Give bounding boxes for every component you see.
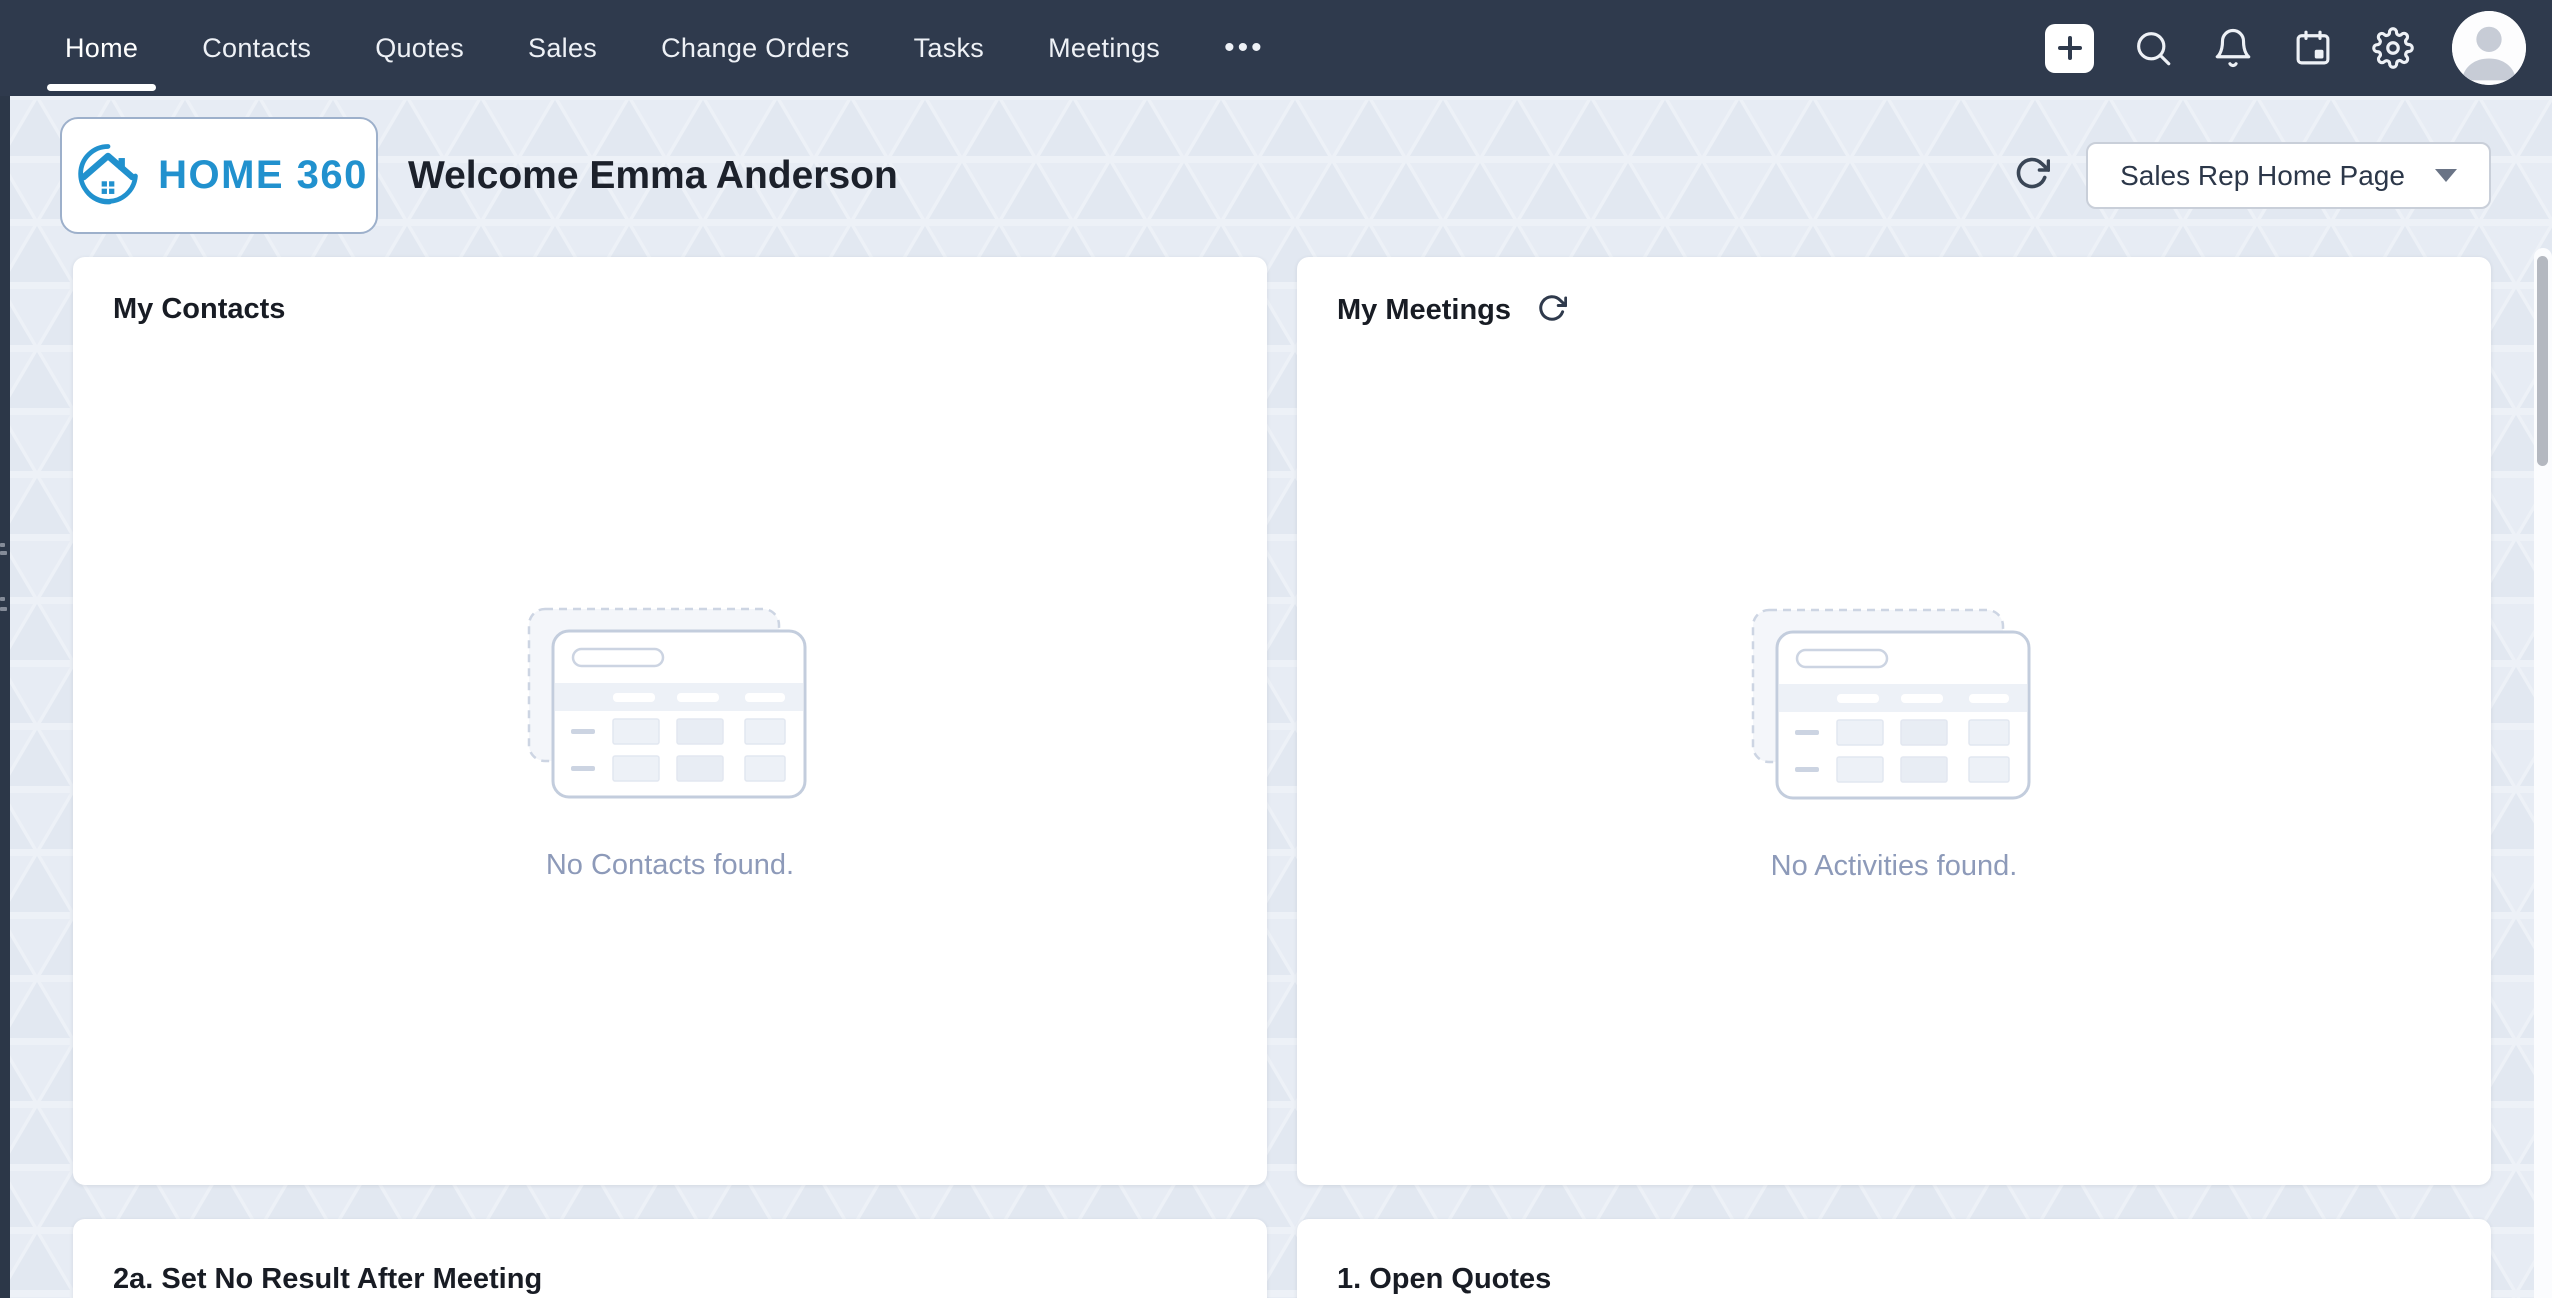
module-tabs: Home Contacts Quotes Sales Change Orders… (0, 0, 1265, 96)
search-button[interactable] (2132, 27, 2174, 69)
strip-tick (0, 597, 5, 601)
empty-state-text: No Contacts found. (546, 849, 794, 882)
company-logo: HOME 360 (60, 117, 378, 234)
empty-table-illustration (1749, 606, 2039, 806)
vertical-scrollbar-track[interactable] (2534, 248, 2552, 1298)
header-actions: Sales Rep Home Page (2014, 142, 2491, 209)
widget-title: My Meetings (1337, 294, 1511, 327)
widget-my-contacts: My Contacts No Contacts found. (73, 257, 1267, 1185)
gear-icon (2372, 27, 2414, 69)
empty-table-illustration (525, 605, 815, 805)
tab-home[interactable]: Home (65, 0, 138, 96)
dashboard-grid: My Contacts No Contacts found. My Meetin… (73, 257, 2491, 1298)
widget-header: My Contacts (73, 257, 1267, 326)
tab-sales[interactable]: Sales (528, 0, 597, 96)
calendar-button[interactable] (2292, 27, 2334, 69)
user-avatar[interactable] (2452, 11, 2526, 85)
welcome-title: Welcome Emma Anderson (408, 154, 898, 198)
home360-logo-icon (70, 138, 146, 214)
plus-icon (2055, 33, 2085, 63)
tab-meetings[interactable]: Meetings (1048, 0, 1160, 96)
person-icon (2452, 11, 2526, 85)
bell-icon (2212, 27, 2254, 69)
widget-my-meetings: My Meetings No Activities found. (1297, 257, 2491, 1185)
app-screen: Home Contacts Quotes Sales Change Orders… (0, 0, 2552, 1298)
widget-header: My Meetings (1297, 257, 2491, 328)
widget-set-no-result: 2a. Set No Result After Meeting (73, 1219, 1267, 1298)
notifications-button[interactable] (2212, 27, 2254, 69)
caret-down-icon (2435, 169, 2457, 182)
strip-tick (0, 543, 5, 547)
page-refresh-button[interactable] (2014, 155, 2050, 196)
widget-title: 1. Open Quotes (1337, 1263, 1551, 1295)
vertical-scrollbar-thumb[interactable] (2537, 256, 2548, 466)
quick-create-button[interactable] (2045, 24, 2094, 73)
calendar-icon (2292, 27, 2334, 69)
widget-open-quotes: 1. Open Quotes (1297, 1219, 2491, 1298)
home-view-selector[interactable]: Sales Rep Home Page (2086, 142, 2491, 209)
topnav-actions (2045, 11, 2552, 85)
tab-tasks[interactable]: Tasks (914, 0, 985, 96)
tab-quotes[interactable]: Quotes (375, 0, 464, 96)
more-tabs-icon[interactable]: ••• (1224, 31, 1265, 65)
home-view-selector-label: Sales Rep Home Page (2120, 160, 2405, 192)
empty-state: No Activities found. (1297, 328, 2491, 1185)
widget-refresh-button[interactable] (1537, 293, 1567, 328)
search-icon (2132, 27, 2174, 69)
strip-tick (0, 551, 7, 555)
widget-title: My Contacts (113, 293, 285, 326)
left-edge-strip (0, 96, 10, 1298)
top-navigation-bar: Home Contacts Quotes Sales Change Orders… (0, 0, 2552, 96)
empty-state: No Contacts found. (73, 326, 1267, 1185)
logo-text: HOME 360 (158, 153, 368, 198)
tab-contacts[interactable]: Contacts (202, 0, 311, 96)
tab-change-orders[interactable]: Change Orders (661, 0, 850, 96)
refresh-icon (1537, 293, 1567, 323)
strip-tick (0, 607, 7, 611)
settings-button[interactable] (2372, 27, 2414, 69)
refresh-icon (2014, 155, 2050, 191)
empty-state-text: No Activities found. (1771, 850, 2018, 883)
home-page-header: HOME 360 Welcome Emma Anderson Sales Rep… (60, 117, 2491, 234)
widget-title: 2a. Set No Result After Meeting (113, 1263, 542, 1295)
